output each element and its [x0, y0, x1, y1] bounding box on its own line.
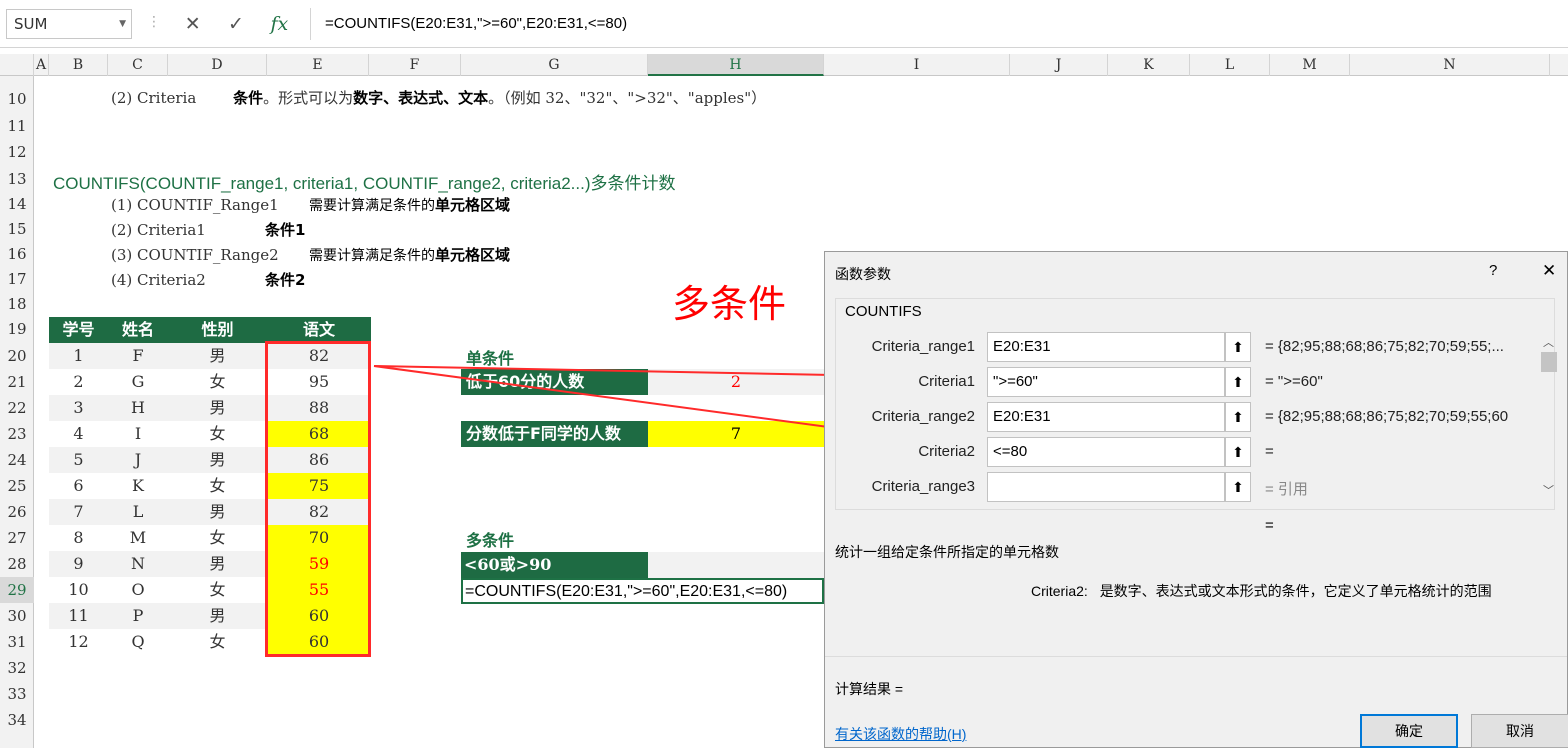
- scroll-thumb[interactable]: [1541, 352, 1557, 372]
- collapse-dialog-icon[interactable]: ⬆: [1225, 402, 1251, 432]
- arg-label: Criteria1: [918, 373, 975, 390]
- scroll-down-icon[interactable]: ﹀: [1543, 482, 1554, 498]
- arg-label: Criteria_range3: [871, 478, 975, 495]
- arg-result: = ">=60": [1265, 373, 1323, 390]
- arg-result: = {82;95;88;68;86;75;82;70;59;55;...: [1265, 338, 1504, 355]
- arg-help-desc: 是数字、表达式或文本形式的条件，它定义了单元格统计的范围: [1099, 583, 1492, 599]
- scrollbar[interactable]: ︿ ﹀: [1539, 330, 1559, 500]
- arg-result: = {82;95;88;68;86;75;82;70;59;55;60: [1265, 408, 1509, 425]
- overall-result-eq: =: [1265, 517, 1274, 534]
- ok-button[interactable]: 确定: [1360, 714, 1458, 748]
- calc-result: 计算结果 =: [835, 681, 904, 697]
- arg-input[interactable]: E20:E31: [987, 402, 1225, 432]
- arg-result: = 引用: [1265, 481, 1308, 498]
- arg-label: Criteria2: [918, 443, 975, 460]
- function-name: COUNTIFS: [843, 303, 924, 320]
- arg-help: Criteria2: 是数字、表达式或文本形式的条件，它定义了单元格统计的范围: [1031, 581, 1492, 601]
- arg-label: Criteria_range1: [871, 338, 975, 355]
- arg-label: Criteria_range2: [871, 408, 975, 425]
- collapse-dialog-icon[interactable]: ⬆: [1225, 472, 1251, 502]
- cancel-button[interactable]: 取消: [1471, 714, 1568, 748]
- arg-result: =: [1265, 443, 1274, 460]
- arg-input[interactable]: [987, 472, 1225, 502]
- function-help-link[interactable]: 有关该函数的帮助(H): [835, 724, 966, 744]
- dialog-title: 函数参数: [835, 266, 891, 282]
- function-arguments-dialog: 函数参数 ? ✕ COUNTIFS Criteria_range1 E20:E31…: [824, 251, 1568, 748]
- collapse-dialog-icon[interactable]: ⬆: [1225, 437, 1251, 467]
- scroll-up-icon[interactable]: ︿: [1543, 334, 1554, 350]
- arg-input[interactable]: ">=60": [987, 367, 1225, 397]
- arg-input[interactable]: <=80: [987, 437, 1225, 467]
- dialog-divider: [825, 656, 1567, 657]
- arg-input[interactable]: E20:E31: [987, 332, 1225, 362]
- function-description: 统计一组给定条件所指定的单元格数: [835, 544, 1059, 560]
- arg-help-name: Criteria2:: [1031, 583, 1088, 599]
- help-button[interactable]: ?: [1489, 262, 1497, 279]
- close-icon[interactable]: ✕: [1542, 261, 1556, 281]
- collapse-dialog-icon[interactable]: ⬆: [1225, 367, 1251, 397]
- collapse-dialog-icon[interactable]: ⬆: [1225, 332, 1251, 362]
